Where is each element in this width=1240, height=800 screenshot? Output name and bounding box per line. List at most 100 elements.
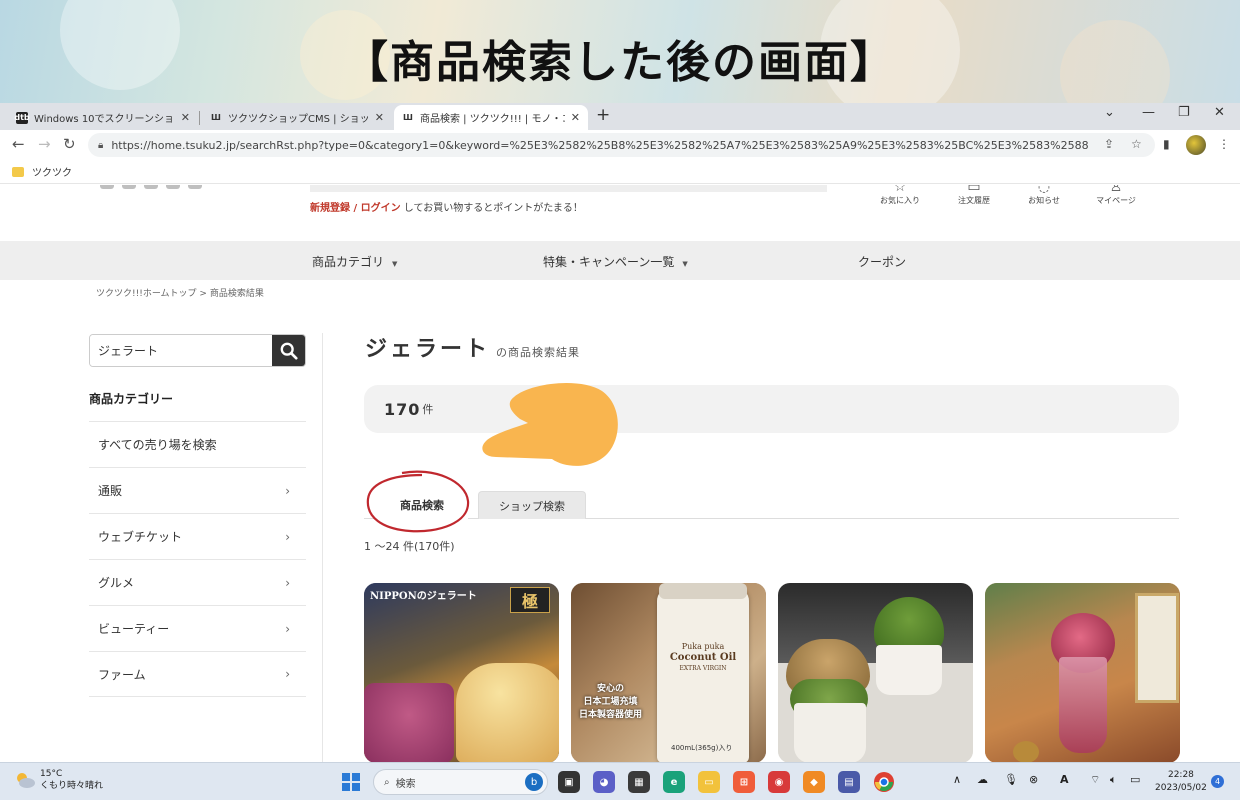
favorites-button[interactable]: ☆ お気に入り bbox=[870, 185, 930, 206]
sidebar-item-farm[interactable]: ファーム › bbox=[89, 651, 306, 697]
taskbar-clock[interactable]: 22:28 2023/05/02 bbox=[1155, 769, 1207, 795]
forward-arrow-icon[interactable]: → bbox=[38, 135, 51, 153]
sidebar-item-label: ウェブチケット bbox=[98, 530, 183, 544]
product-overlay-text: 安心の 日本工場充填 日本製容器使用 bbox=[579, 683, 642, 722]
header-search-bar[interactable] bbox=[310, 185, 827, 192]
windows-start-icon[interactable] bbox=[340, 771, 362, 793]
search-type-tabs: 商品検索 ショップ検索 bbox=[364, 485, 1179, 519]
address-bar[interactable]: 🔒︎ https://home.tsuku2.jp/searchRst.php?… bbox=[88, 133, 1155, 157]
caret-down-icon: ▼ bbox=[682, 260, 688, 268]
caret-down-icon: ▼ bbox=[392, 260, 398, 268]
login-prompt: 新規登録 / ログイン してお買い物するとポイントがたまる！ bbox=[310, 199, 583, 214]
mypage-button[interactable]: ♙ マイページ bbox=[1086, 185, 1146, 206]
tab-search-chevron-down-icon[interactable]: ⌄ bbox=[1104, 105, 1115, 120]
app-icon[interactable]: ◉ bbox=[768, 771, 790, 793]
site-logo[interactable] bbox=[100, 185, 280, 191]
bookmark-tsukutsuku[interactable]: ツクツク bbox=[12, 164, 72, 179]
new-tab-icon[interactable]: + bbox=[596, 105, 610, 125]
back-arrow-icon[interactable]: ← bbox=[12, 135, 25, 153]
tab-shop-search[interactable]: ショップ検索 bbox=[478, 491, 586, 519]
nav-campaigns[interactable]: 特集・キャンペーン一覧 ▼ bbox=[543, 253, 688, 270]
product-card-berry-parfait[interactable] bbox=[985, 583, 1180, 762]
sidebar-item-web-ticket[interactable]: ウェブチケット › bbox=[89, 513, 306, 559]
window-close-icon[interactable]: ✕ bbox=[1214, 105, 1225, 120]
results-suffix: の商品検索結果 bbox=[496, 346, 581, 359]
global-nav: 商品カテゴリ ▼ 特集・キャンペーン一覧 ▼ クーポン bbox=[0, 241, 1240, 280]
chrome-icon[interactable] bbox=[873, 771, 895, 793]
folder-icon bbox=[12, 166, 24, 177]
microsoft-store-icon[interactable]: ⊞ bbox=[733, 771, 755, 793]
banner-title: 【商品検索した後の画面】 bbox=[344, 37, 896, 88]
browser-tab-3-active[interactable]: Ш 商品検索 | ツクツク!!! | モノ・コト・プラ ✕ bbox=[394, 105, 588, 130]
app-icon[interactable]: ▤ bbox=[838, 771, 860, 793]
edge-icon[interactable]: e bbox=[663, 771, 685, 793]
font-app-icon[interactable]: A bbox=[1060, 773, 1069, 786]
product-card-matcha-gelato[interactable] bbox=[778, 583, 973, 762]
mypage-label: マイページ bbox=[1096, 196, 1136, 205]
browser-tab-1[interactable]: dtb Windows 10でスクリーンショットが保 ✕ bbox=[8, 105, 198, 130]
share-icon[interactable]: ⇪ bbox=[1104, 137, 1114, 151]
sidebar-search-input[interactable] bbox=[90, 335, 272, 366]
login-link[interactable]: ログイン bbox=[361, 203, 401, 214]
order-history-button[interactable]: ▭ 注文履歴 bbox=[944, 185, 1004, 206]
notifications-label: お知らせ bbox=[1028, 196, 1060, 205]
sidebar-item-mail-order[interactable]: 通販 › bbox=[89, 467, 306, 513]
star-icon[interactable]: ☆ bbox=[1131, 137, 1142, 151]
side-panel-icon[interactable]: ▮ bbox=[1163, 137, 1170, 151]
notification-badge[interactable]: 4 bbox=[1211, 775, 1224, 788]
battery-icon[interactable]: ▭ bbox=[1130, 773, 1140, 786]
sidebar-item-all[interactable]: すべての売り場を検索 bbox=[89, 421, 306, 467]
taskbar-search[interactable]: ⌕ 検索 b bbox=[373, 769, 548, 795]
matcha-cup bbox=[876, 645, 942, 695]
file-explorer-icon[interactable]: ▭ bbox=[698, 771, 720, 793]
close-circle-icon[interactable]: ⊗ bbox=[1029, 773, 1038, 786]
nav-coupons[interactable]: クーポン bbox=[858, 253, 906, 270]
jar-grade: EXTRA VIRGIN bbox=[679, 665, 727, 672]
product-card-nippon-gelato[interactable]: NIPPONのジェラート 極 bbox=[364, 583, 559, 762]
product-card-coconut-oil[interactable]: Puka puka Coconut Oil EXTRA VIRGIN 400mL… bbox=[571, 583, 766, 762]
sidebar-divider bbox=[322, 333, 323, 762]
widgets-icon[interactable]: ▦ bbox=[628, 771, 650, 793]
sidebar-item-label: ビューティー bbox=[98, 622, 170, 636]
task-view-icon[interactable]: ▣ bbox=[558, 771, 580, 793]
restore-icon[interactable]: ❐ bbox=[1178, 105, 1190, 120]
chat-icon: ◌ bbox=[1037, 185, 1051, 195]
tab-title: 商品検索 | ツクツク!!! | モノ・コト・プラ bbox=[420, 114, 565, 125]
overlay-line: 日本工場充填 bbox=[583, 697, 638, 707]
chevron-right-icon: › bbox=[285, 667, 290, 681]
bing-icon[interactable]: b bbox=[525, 773, 543, 791]
tray-chevron-up-icon[interactable]: ∧ bbox=[953, 773, 961, 786]
jar-size: 400mL(365g)入り bbox=[671, 744, 733, 752]
register-link[interactable]: 新規登録 bbox=[310, 203, 350, 214]
app-fox-icon[interactable]: ◆ bbox=[803, 771, 825, 793]
product-grid: NIPPONのジェラート 極 Puka puka Coconut Oil EXT… bbox=[364, 583, 1180, 762]
microphone-icon[interactable]: 🎙︎ bbox=[1004, 773, 1018, 786]
teams-chat-icon[interactable]: ◕ bbox=[593, 771, 615, 793]
sidebar-item-label: 通販 bbox=[98, 484, 123, 498]
notifications-button[interactable]: ◌ お知らせ bbox=[1014, 185, 1074, 206]
onedrive-cloud-icon[interactable]: ☁ bbox=[977, 773, 988, 786]
browser-tab-2[interactable]: Ш ツクツクショップCMS | ショップ様専用 ✕ bbox=[202, 105, 392, 130]
sidebar-item-beauty[interactable]: ビューティー › bbox=[89, 605, 306, 651]
profile-avatar[interactable] bbox=[1186, 135, 1206, 155]
nav-product-category[interactable]: 商品カテゴリ ▼ bbox=[312, 253, 397, 270]
sidebar-search bbox=[89, 334, 306, 367]
parfait-glass bbox=[1059, 657, 1107, 753]
close-icon[interactable]: ✕ bbox=[181, 111, 190, 124]
wifi-icon[interactable]: ⌔ bbox=[1090, 773, 1100, 787]
history-icon: ▭ bbox=[967, 185, 981, 195]
order-history-label: 注文履歴 bbox=[958, 196, 990, 205]
volume-icon[interactable]: 🔈︎ bbox=[1110, 773, 1117, 787]
jar-product: Coconut Oil bbox=[669, 652, 737, 663]
sidebar-item-gourmet[interactable]: グルメ › bbox=[89, 559, 306, 605]
product-overlay-text: NIPPONのジェラート bbox=[370, 591, 477, 602]
weather-widget[interactable]: 15°C くもり時々晴れ bbox=[14, 768, 103, 792]
search-button[interactable] bbox=[272, 335, 305, 366]
jar-label: Puka puka Coconut Oil EXTRA VIRGIN bbox=[667, 641, 739, 674]
close-icon[interactable]: ✕ bbox=[375, 111, 384, 124]
reload-icon[interactable]: ↻ bbox=[63, 135, 76, 153]
caramel-gelato-cup bbox=[456, 663, 559, 762]
close-icon[interactable]: ✕ bbox=[571, 111, 580, 124]
menu-kebab-icon[interactable]: ⋮ bbox=[1218, 137, 1230, 151]
minimize-icon[interactable]: — bbox=[1142, 105, 1155, 120]
